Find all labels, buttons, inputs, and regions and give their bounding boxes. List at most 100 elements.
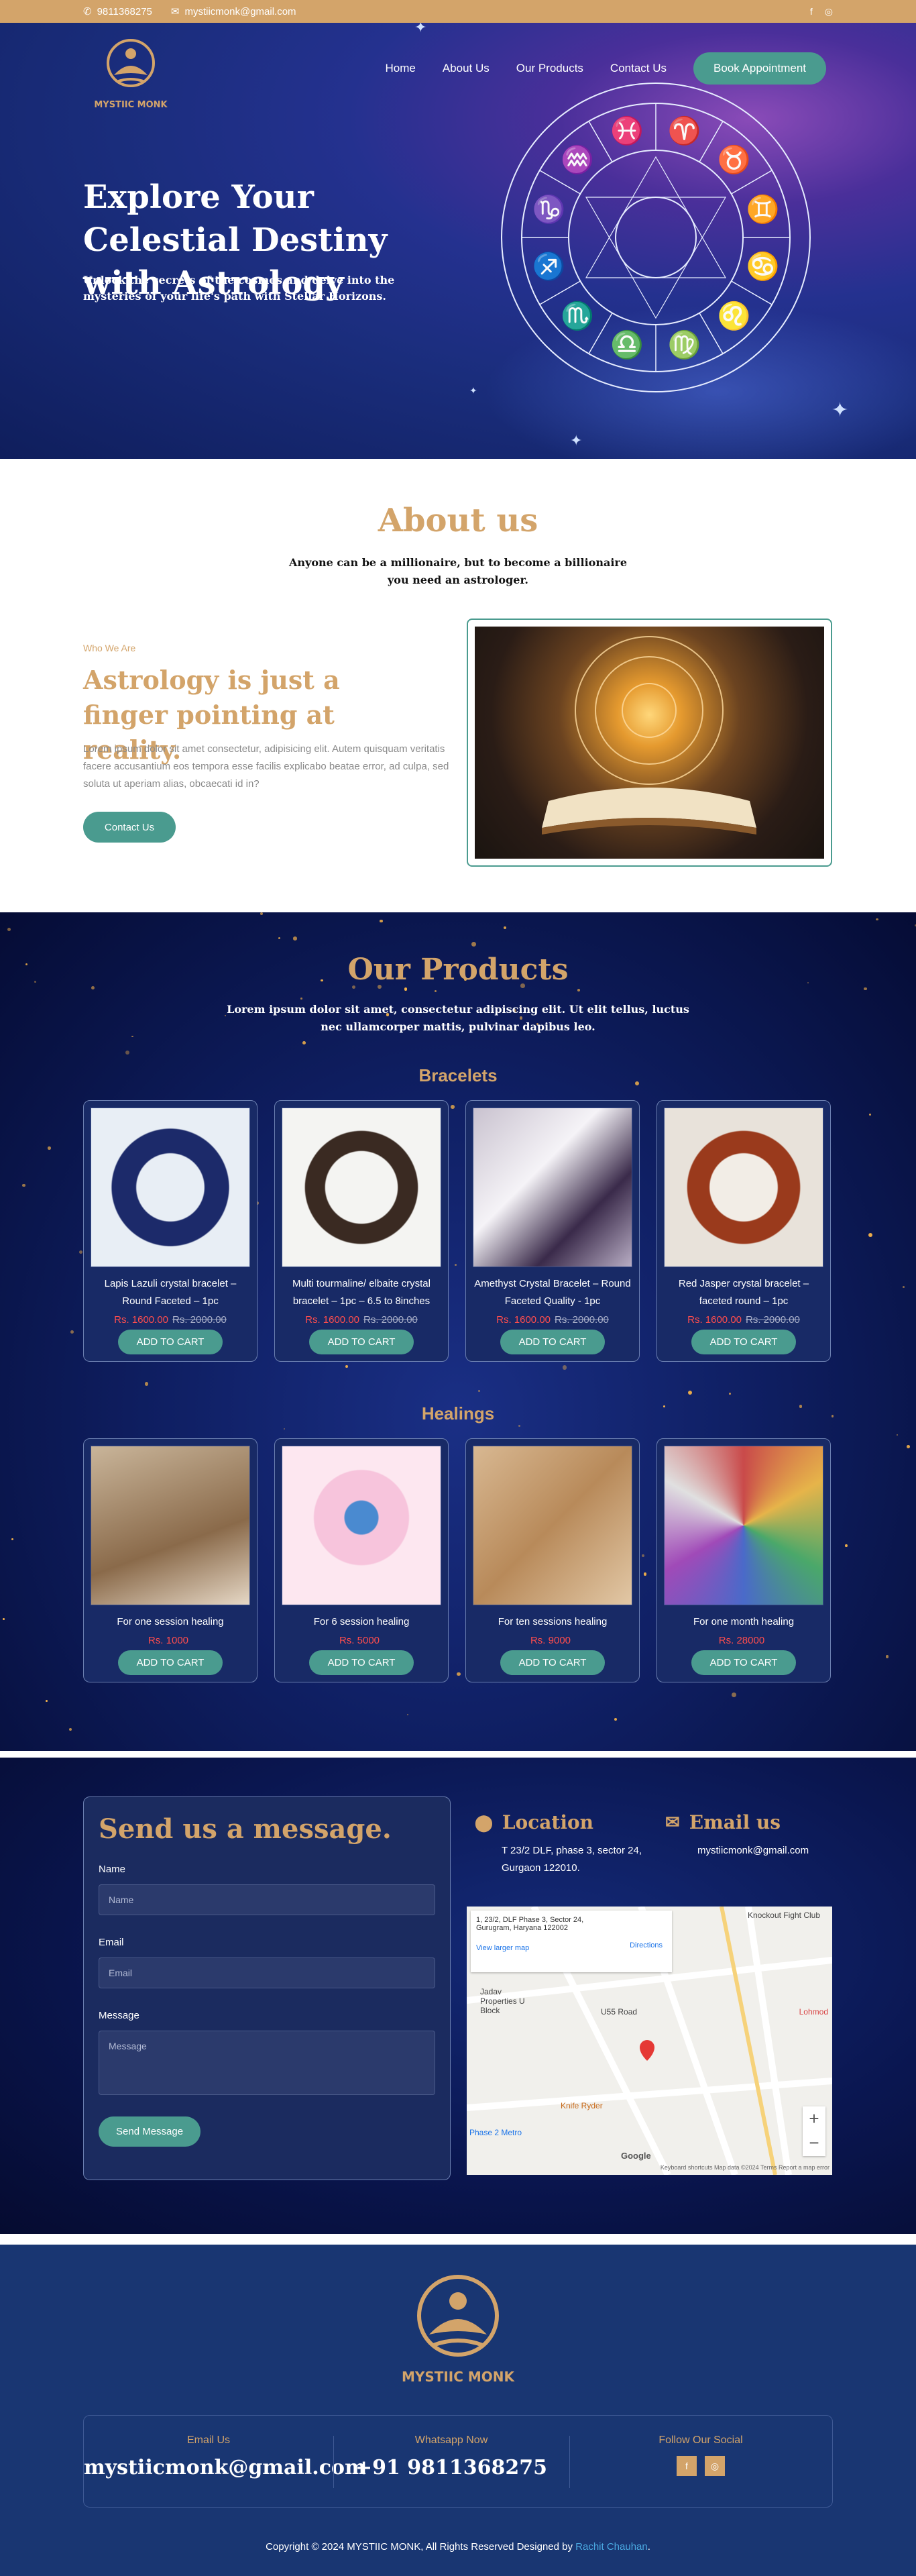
- contact-title: Send us a message.: [99, 1813, 392, 1845]
- sparkle-icon: ✦: [832, 399, 849, 421]
- products-title: Our Products: [347, 953, 569, 987]
- bracelets-title: Bracelets: [418, 1065, 498, 1085]
- copyright: Copyright © 2024 MYSTIIC MONK, All Right…: [266, 2541, 650, 2553]
- map-label: U55 Road: [601, 2007, 638, 2017]
- footer-email-value[interactable]: mystiicmonk@gmail.com: [84, 2456, 366, 2479]
- healing-name[interactable]: For 6 session healing: [282, 1613, 441, 1631]
- zodiac-sign-icon: ♋: [746, 251, 779, 282]
- logo[interactable]: MYSTIIC MONK: [94, 34, 168, 114]
- add-to-cart-button[interactable]: ADD TO CART: [691, 1330, 797, 1354]
- add-to-cart-button[interactable]: ADD TO CART: [500, 1650, 606, 1675]
- add-to-cart-button[interactable]: ADD TO CART: [500, 1330, 606, 1354]
- google-logo: Google: [621, 2151, 651, 2161]
- location-text: T 23/2 DLF, phase 3, sector 24, Gurgaon …: [502, 1845, 642, 1874]
- healing-image[interactable]: [91, 1446, 250, 1605]
- phone-number: 9811368275: [97, 5, 152, 17]
- footer-whatsapp-label: Whatsapp Now: [414, 2434, 488, 2446]
- astrology-book-image: [467, 619, 832, 867]
- zoom-out-icon[interactable]: −: [803, 2131, 825, 2155]
- product-image[interactable]: [91, 1108, 250, 1267]
- healing-card: For one session healing Rs. 1000 ADD TO …: [83, 1438, 257, 1682]
- zodiac-sign-icon: ♓: [610, 115, 644, 146]
- email-heading: ✉ Email us: [665, 1811, 781, 1833]
- nav-home[interactable]: Home: [385, 62, 415, 75]
- add-to-cart-button[interactable]: ADD TO CART: [117, 1330, 223, 1354]
- sparkle-icon: ✦: [570, 432, 583, 449]
- zodiac-sign-icon: ♉: [718, 144, 751, 174]
- svg-text:MYSTIIC MONK: MYSTIIC MONK: [402, 2369, 515, 2385]
- healing-name[interactable]: For one session healing: [91, 1613, 250, 1631]
- nav-products[interactable]: Our Products: [516, 62, 583, 75]
- product-card: Amethyst Crystal Bracelet – Round Facete…: [465, 1100, 640, 1362]
- map-label: Knockout Fight Club: [747, 1911, 820, 1920]
- products-section: Our Products Lorem ipsum dolor sit amet,…: [0, 912, 916, 1751]
- location-heading: ⬤ Location: [475, 1811, 593, 1833]
- healing-image[interactable]: [473, 1446, 632, 1605]
- healing-card: For one month healing Rs. 28000 ADD TO C…: [656, 1438, 831, 1682]
- email-contact[interactable]: ✉ mystiicmonk@gmail.com: [171, 5, 296, 18]
- hero-section: ✦ ✦ ✦ ✦ MYSTIIC MONK Home About Us Our P…: [0, 23, 916, 459]
- product-name[interactable]: Multi tourmaline/ elbaite crystal bracel…: [282, 1275, 441, 1310]
- healing-card: For ten sessions healing Rs. 9000 ADD TO…: [465, 1438, 640, 1682]
- footer-social: Follow Our Social f ◎: [569, 2416, 832, 2508]
- map-label: Phase 2 Metro: [469, 2128, 522, 2137]
- map-label: Jadav Properties U Block: [480, 1987, 525, 2015]
- email-text: mystiicmonk@gmail.com: [697, 1845, 809, 1856]
- product-name[interactable]: Red Jasper crystal bracelet – faceted ro…: [664, 1275, 823, 1310]
- add-to-cart-button[interactable]: ADD TO CART: [308, 1330, 414, 1354]
- product-image[interactable]: [473, 1108, 632, 1267]
- product-old-price: Rs. 2000.00: [363, 1314, 418, 1326]
- phone-contact[interactable]: ✆ 9811368275: [83, 5, 152, 18]
- copyright-text: Copyright © 2024 MYSTIIC MONK, All Right…: [266, 2541, 573, 2553]
- location-map[interactable]: 1, 23/2, DLF Phase 3, Sector 24, Gurugra…: [467, 1907, 832, 2175]
- sparkle-icon: ✦: [469, 385, 477, 396]
- add-to-cart-button[interactable]: ADD TO CART: [308, 1650, 414, 1675]
- nav-contact[interactable]: Contact Us: [610, 62, 667, 75]
- email-input[interactable]: Email: [99, 1957, 435, 1988]
- name-label: Name: [99, 1864, 126, 1875]
- send-message-button[interactable]: Send Message: [99, 2116, 201, 2147]
- message-textarea[interactable]: Message: [99, 2031, 435, 2095]
- product-card: Lapis Lazuli crystal bracelet – Round Fa…: [83, 1100, 257, 1362]
- location-title: Location: [502, 1811, 594, 1833]
- healing-image[interactable]: [282, 1446, 441, 1605]
- envelope-icon: ✉: [665, 1812, 680, 1833]
- footer-logo[interactable]: MYSTIIC MONK: [401, 2269, 515, 2390]
- product-card: Multi tourmaline/ elbaite crystal bracel…: [274, 1100, 449, 1362]
- instagram-icon[interactable]: ◎: [825, 6, 833, 17]
- facebook-icon[interactable]: f: [677, 2456, 697, 2476]
- zodiac-sign-icon: ♎: [610, 329, 644, 360]
- email-label: Email: [99, 1937, 124, 1948]
- whatsapp-icon: ✆: [83, 6, 92, 17]
- healing-price: Rs. 5000: [339, 1635, 380, 1646]
- directions-link[interactable]: Directions: [630, 1941, 663, 1949]
- designer-link[interactable]: Rachit Chauhan: [575, 2541, 648, 2553]
- healing-name[interactable]: For ten sessions healing: [473, 1613, 632, 1631]
- footer-email: Email Us mystiicmonk@gmail.com: [84, 2416, 366, 2508]
- instagram-icon[interactable]: ◎: [705, 2456, 725, 2476]
- product-name[interactable]: Amethyst Crystal Bracelet – Round Facete…: [473, 1275, 632, 1310]
- product-image[interactable]: [664, 1108, 823, 1267]
- healing-name[interactable]: For one month healing: [664, 1613, 823, 1631]
- healing-price: Rs. 28000: [718, 1635, 765, 1646]
- zoom-in-icon[interactable]: +: [803, 2106, 825, 2131]
- contact-us-button[interactable]: Contact Us: [83, 812, 176, 843]
- footer-whatsapp-value[interactable]: +91 9811368275: [333, 2456, 569, 2479]
- nav-about[interactable]: About Us: [443, 62, 490, 75]
- facebook-icon[interactable]: f: [810, 6, 813, 17]
- map-footer: Keyboard shortcuts Map data ©2024 Terms …: [660, 2164, 829, 2171]
- product-image[interactable]: [282, 1108, 441, 1267]
- product-old-price: Rs. 2000.00: [172, 1314, 227, 1326]
- product-price: Rs. 1600.00: [496, 1314, 551, 1326]
- add-to-cart-button[interactable]: ADD TO CART: [117, 1650, 223, 1675]
- product-name[interactable]: Lapis Lazuli crystal bracelet – Round Fa…: [91, 1275, 250, 1310]
- healing-image[interactable]: [664, 1446, 823, 1605]
- zodiac-sign-icon: ♌: [718, 301, 751, 331]
- healing-price: Rs. 1000: [148, 1635, 189, 1646]
- zodiac-sign-icon: ♑: [532, 193, 566, 224]
- add-to-cart-button[interactable]: ADD TO CART: [691, 1650, 797, 1675]
- name-input[interactable]: Name: [99, 1884, 435, 1915]
- zodiac-sign-icon: ♍: [668, 329, 701, 360]
- about-eyebrow: Who We Are: [83, 643, 136, 653]
- zodiac-sign-icon: ♈: [668, 115, 701, 146]
